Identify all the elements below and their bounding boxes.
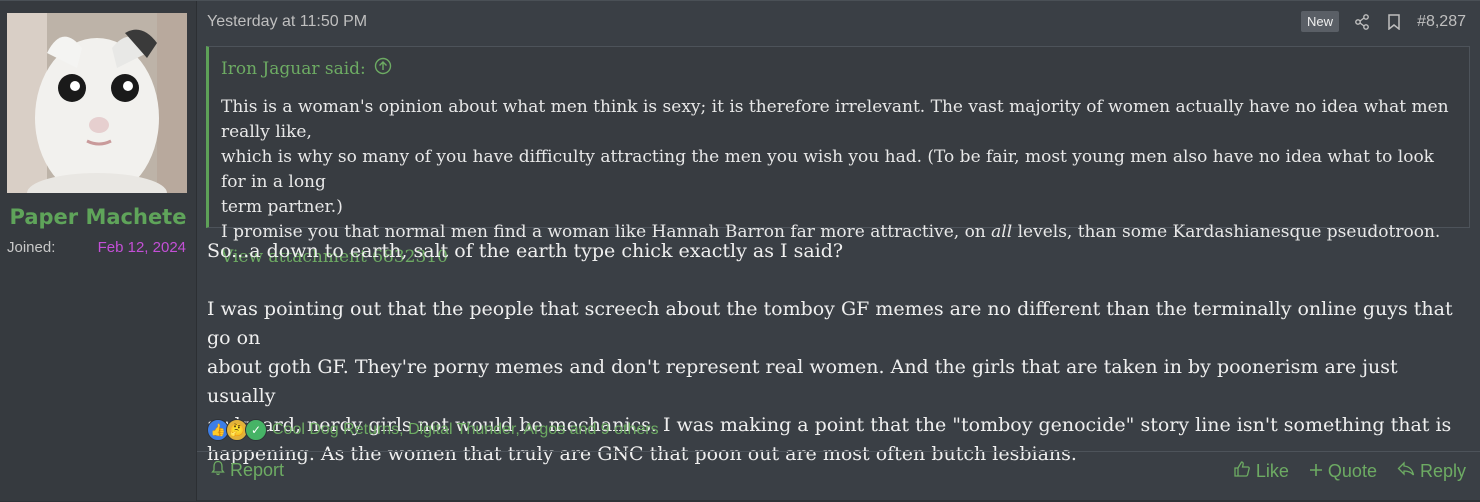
avatar[interactable] [7, 13, 187, 193]
check-icon[interactable]: ✓ [245, 419, 267, 441]
report-button[interactable]: Report [211, 460, 284, 481]
quote-line: This is a woman's opinion about what men… [221, 97, 1449, 142]
post-timestamp[interactable]: Yesterday at 11:50 PM [207, 13, 367, 31]
quote-attribution[interactable]: Iron Jaguar said: [221, 57, 392, 80]
plus-icon [1309, 461, 1323, 482]
bookmark-icon[interactable] [1385, 13, 1403, 31]
joined-date: Feb 12, 2024 [97, 239, 186, 256]
reply-icon [1397, 461, 1415, 482]
reply-label: Reply [1419, 461, 1466, 481]
quote-author[interactable]: Iron Jaguar said: [221, 59, 366, 79]
message-line: about goth GF. They're porny memes and d… [207, 356, 1398, 407]
like-button[interactable]: Like [1233, 460, 1289, 483]
report-label: Report [230, 460, 285, 480]
quote-block: Iron Jaguar said: This is a woman's opin… [206, 46, 1470, 267]
joined-label: Joined: [7, 239, 56, 256]
message-paragraph: So...a down to earth, salt of the earth … [207, 240, 844, 262]
reaction-icons[interactable]: 👍 🤔 ✓ [207, 419, 267, 441]
share-icon[interactable] [1353, 13, 1371, 31]
quote-line: which is why so many of you have difficu… [221, 147, 1434, 192]
post-main: Yesterday at 11:50 PM New #8,287 Iron Ja… [197, 1, 1480, 501]
post-footer: Report Like Quote Reply [197, 451, 1480, 502]
user-sidebar: Paper Machete Joined: Feb 12, 2024 [0, 1, 197, 501]
new-badge: New [1301, 11, 1340, 32]
like-label: Like [1255, 461, 1289, 481]
post-actions: New #8,287 [1301, 11, 1466, 32]
reaction-users[interactable]: Cool Dog Returns, Digital Thunder, Argos… [272, 421, 659, 439]
thumbs-up-icon [1233, 460, 1251, 483]
quote-button[interactable]: Quote [1309, 460, 1377, 483]
bell-icon [211, 460, 225, 481]
post-number[interactable]: #8,287 [1417, 13, 1466, 31]
reply-button[interactable]: Reply [1397, 460, 1466, 483]
username[interactable]: Paper Machete [0, 205, 196, 229]
quote-label: Quote [1327, 461, 1377, 481]
message-line: I was pointing out that the people that … [207, 298, 1453, 349]
footer-actions: Like Quote Reply [1233, 460, 1466, 483]
reactions-bar[interactable]: 👍 🤔 ✓ Cool Dog Returns, Digital Thunder,… [207, 419, 659, 441]
quote-line: term partner.) [221, 197, 343, 217]
jump-up-icon[interactable] [374, 57, 392, 80]
forum-post: Paper Machete Joined: Feb 12, 2024 Yeste… [0, 0, 1480, 501]
